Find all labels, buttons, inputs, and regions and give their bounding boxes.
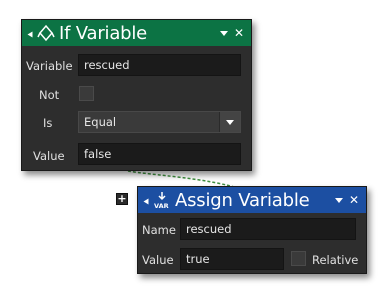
not-checkbox[interactable] [79,86,94,101]
add-action-button[interactable]: + [116,193,128,205]
if-variable-titlebar[interactable]: If Variable ✕ [22,20,251,46]
if-variable-title: If Variable [59,22,148,44]
relative-label: Relative [312,253,359,267]
menu-dropdown-icon[interactable] [219,30,228,36]
branch-icon [37,24,55,42]
menu-dropdown-icon[interactable] [334,197,343,203]
value-field[interactable]: false [78,143,241,165]
collapse-arrow-icon[interactable] [143,198,149,204]
relative-checkbox[interactable] [291,251,306,266]
variable-label: Variable [26,59,73,73]
close-icon[interactable]: ✕ [234,27,244,39]
is-select-value: Equal [84,115,117,129]
assign-value-field[interactable]: true [180,248,284,270]
if-variable-panel[interactable]: If Variable ✕ Variable rescued Not Is Eq… [21,19,252,171]
not-label: Not [39,88,60,102]
var-assign-icon: VAR [154,192,169,209]
value-label: Value [33,149,65,163]
name-field[interactable]: rescued [180,218,356,240]
close-icon[interactable]: ✕ [349,194,359,206]
assign-variable-titlebar[interactable]: VAR Assign Variable ✕ [138,187,366,213]
collapse-arrow-icon[interactable] [27,31,33,37]
assign-value-label: Value [142,253,174,267]
is-select[interactable]: Equal [78,111,241,133]
is-label: Is [43,116,53,130]
chevron-down-icon [226,119,234,125]
is-select-button[interactable] [219,112,240,132]
assign-variable-panel[interactable]: VAR Assign Variable ✕ Name rescued Value… [137,186,367,274]
svg-text:VAR: VAR [154,202,169,209]
name-label: Name [142,223,176,237]
assign-variable-title: Assign Variable [175,189,310,211]
variable-field[interactable]: rescued [78,54,241,76]
